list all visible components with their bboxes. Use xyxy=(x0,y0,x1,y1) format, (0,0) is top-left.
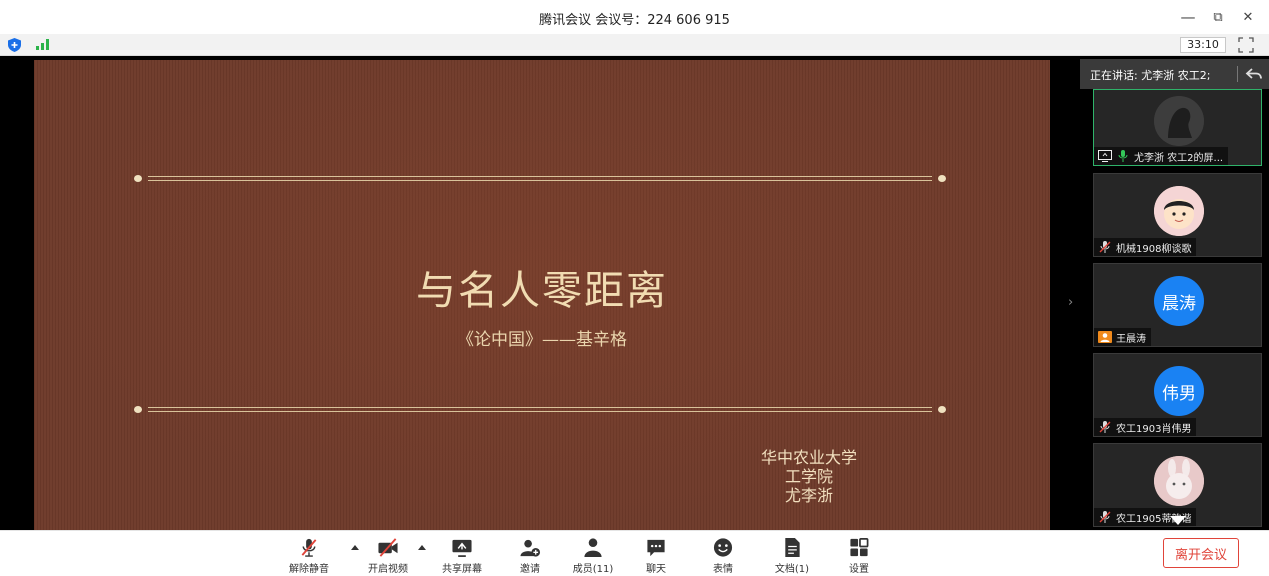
participant-tile[interactable]: 机械1908柳谈歌 xyxy=(1093,173,1262,257)
settings-button[interactable]: 设置 xyxy=(843,537,875,575)
collapse-back-icon[interactable] xyxy=(1245,65,1263,83)
slide-top-rule xyxy=(134,175,946,182)
add-user-icon xyxy=(520,539,541,557)
slide-bottom-rule xyxy=(134,406,946,413)
bottom-toolbar: 解除静音 开启视频 共享屏幕 邀请 成员(11) 聊天 表情 文档(1) 设置 … xyxy=(0,530,1269,576)
participant-name-bar: 尤李浙 农工2的屏... xyxy=(1094,147,1229,165)
fullscreen-icon[interactable] xyxy=(1238,37,1254,53)
speaking-text: 正在讲话: 尤李浙 农工2; xyxy=(1090,69,1211,82)
docs-button[interactable]: 文档(1) xyxy=(772,537,812,575)
participant-name-bar: 王晨涛 xyxy=(1094,328,1151,346)
mic-muted-icon xyxy=(1099,511,1111,523)
mic-on-icon xyxy=(1118,150,1128,162)
title-bar: 腾讯会议 会议号：224 606 915 — ⧉ ✕ xyxy=(0,0,1269,34)
shared-slide: 与名人零距离 《论中国》——基辛格 华中农业大学 工学院 尤李浙 xyxy=(34,60,1050,530)
docs-label: 文档(1) xyxy=(774,564,810,575)
participant-name: 机械1908柳谈歌 xyxy=(1116,243,1192,255)
settings-label: 设置 xyxy=(849,564,869,575)
close-button[interactable]: ✕ xyxy=(1235,6,1261,28)
share-screen-icon xyxy=(452,539,472,557)
participant-tile[interactable]: 伟男 农工1903肖伟男 xyxy=(1093,353,1262,437)
window-title: 腾讯会议 会议号：224 606 915 xyxy=(539,13,730,28)
audio-options-caret-icon[interactable] xyxy=(351,545,359,550)
security-shield-icon[interactable] xyxy=(8,38,21,52)
cartoon-boy-avatar xyxy=(1154,186,1204,236)
scroll-down-arrow-icon[interactable] xyxy=(1170,516,1186,525)
chat-button[interactable]: 聊天 xyxy=(640,537,672,575)
speaking-indicator: 正在讲话: 尤李浙 农工2; xyxy=(1080,59,1269,89)
start-video-button[interactable]: 开启视频 xyxy=(364,537,412,575)
participant-name: 尤李浙 农工2的屏... xyxy=(1134,152,1224,164)
slide-title: 与名人零距离 xyxy=(416,268,668,314)
slide-author-block: 华中农业大学 工学院 尤李浙 xyxy=(734,448,884,505)
mic-muted-icon xyxy=(1099,241,1111,253)
members-icon xyxy=(584,538,602,558)
screen-share-icon xyxy=(1098,150,1112,162)
expand-panel-chevron-icon[interactable]: › xyxy=(1068,295,1073,310)
participant-tile[interactable]: 晨涛 王晨涛 xyxy=(1093,263,1262,347)
slide-author-line: 工学院 xyxy=(784,467,833,486)
content-area: 与名人零距离 《论中国》——基辛格 华中农业大学 工学院 尤李浙 › 正在讲话:… xyxy=(0,57,1269,530)
emoji-button[interactable]: 表情 xyxy=(707,537,739,575)
cartoon-rabbit-avatar xyxy=(1154,456,1204,506)
participant-name: 王晨涛 xyxy=(1116,333,1146,345)
user-orange-icon xyxy=(1098,331,1112,343)
mic-muted-icon xyxy=(1099,421,1111,433)
mic-muted-icon xyxy=(301,538,317,557)
participant-name-bar: 机械1908柳谈歌 xyxy=(1094,238,1197,256)
text-avatar: 晨涛 xyxy=(1154,276,1204,326)
meeting-timer: 33:10 xyxy=(1180,37,1226,53)
leave-meeting-button[interactable]: 离开会议 xyxy=(1163,538,1239,568)
minimize-button[interactable]: — xyxy=(1175,6,1201,28)
text-avatar: 伟男 xyxy=(1154,366,1204,416)
unmute-button[interactable]: 解除静音 xyxy=(286,537,332,575)
members-label: 成员(11) xyxy=(572,564,614,575)
network-signal-icon[interactable] xyxy=(36,39,49,50)
share-screen-label: 共享屏幕 xyxy=(442,564,482,575)
meeting-window: 腾讯会议 会议号：224 606 915 — ⧉ ✕ 33:10 与名人零距离 … xyxy=(0,0,1269,576)
settings-grid-icon xyxy=(850,538,869,557)
document-icon xyxy=(785,537,800,558)
participant-tile[interactable]: 农工1905蒂韵谐 xyxy=(1093,443,1262,527)
slide-subtitle: 《论中国》——基辛格 xyxy=(457,330,627,350)
share-screen-button[interactable]: 共享屏幕 xyxy=(438,537,486,575)
start-video-label: 开启视频 xyxy=(368,564,408,575)
chat-icon xyxy=(647,539,665,557)
status-bar: 33:10 xyxy=(0,34,1269,56)
emoji-label: 表情 xyxy=(713,564,733,575)
unmute-label: 解除静音 xyxy=(289,564,329,575)
participant-name: 农工1903肖伟男 xyxy=(1116,423,1192,435)
emoji-icon xyxy=(713,538,733,557)
participant-name-bar: 农工1903肖伟男 xyxy=(1094,418,1197,436)
window-controls: — ⧉ ✕ xyxy=(1175,6,1261,28)
chat-label: 聊天 xyxy=(646,564,666,575)
video-off-icon xyxy=(378,538,398,557)
members-button[interactable]: 成员(11) xyxy=(570,537,616,575)
restore-button[interactable]: ⧉ xyxy=(1205,6,1231,28)
invite-label: 邀请 xyxy=(520,564,540,575)
slide-author-line: 华中农业大学 xyxy=(760,448,857,467)
invite-button[interactable]: 邀请 xyxy=(513,537,547,575)
participant-tile[interactable]: 尤李浙 农工2的屏... xyxy=(1093,89,1262,166)
video-options-caret-icon[interactable] xyxy=(418,545,426,550)
slide-author-line: 尤李浙 xyxy=(784,486,833,505)
dark-silhouette-avatar xyxy=(1154,96,1204,146)
